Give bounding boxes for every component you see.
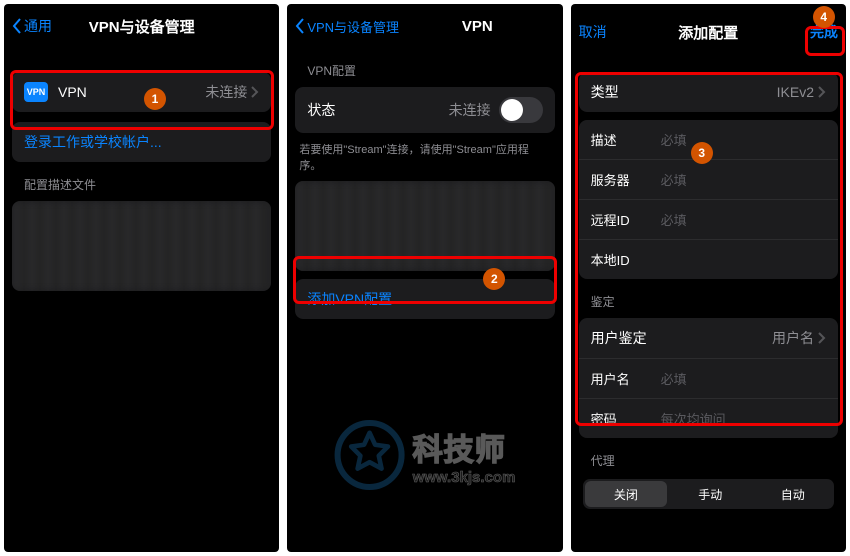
localid-label: 本地ID (591, 250, 661, 269)
back-label: 通用 (24, 16, 52, 36)
username-row[interactable]: 用户名 必填 (579, 359, 838, 399)
chevron-right-icon (251, 86, 259, 98)
vpn-icon: VPN (24, 82, 48, 102)
desc-field: 必填 (661, 130, 826, 149)
nav-bar: 取消 添加配置 完成 (571, 10, 846, 54)
vpn-toggle[interactable] (499, 97, 543, 123)
password-row[interactable]: 密码 每次均询问 (579, 399, 838, 438)
screen-1-general: 通用 VPN与设备管理 VPN VPN 未连接 登录工作或学校帐户... 配置描… (4, 4, 279, 552)
localid-row[interactable]: 本地ID (579, 240, 838, 279)
vpn-config-header: VPN配置 (307, 62, 562, 79)
add-vpn-label: 添加VPN配置... (307, 289, 403, 309)
stream-tip: 若要使用"Stream"连接，请使用"Stream"应用程序。 (299, 141, 550, 173)
proxy-segmented[interactable]: 关闭 手动 自动 (583, 479, 834, 509)
username-label: 用户名 (591, 369, 661, 388)
type-label: 类型 (591, 82, 619, 102)
vpn-list-blurred (295, 181, 554, 271)
callout-badge-3: 3 (691, 142, 713, 164)
username-field: 必填 (661, 369, 826, 388)
seg-manual[interactable]: 手动 (669, 479, 751, 509)
cancel-button[interactable]: 取消 (579, 22, 607, 42)
vpn-row[interactable]: VPN VPN 未连接 (12, 72, 271, 112)
back-label: VPN与设备管理 (307, 17, 399, 36)
screen-2-vpn: VPN与设备管理 VPN VPN配置 状态 未连接 若要使用"Stream"连接… (287, 4, 562, 552)
add-vpn-row[interactable]: 添加VPN配置... (295, 279, 554, 319)
type-row[interactable]: 类型 IKEv2 (579, 72, 838, 112)
back-button[interactable]: 通用 (12, 16, 52, 36)
back-button[interactable]: VPN与设备管理 (295, 17, 399, 36)
desc-label: 描述 (591, 130, 661, 149)
password-field: 每次均询问 (661, 409, 826, 428)
userauth-row[interactable]: 用户鉴定 用户名 (579, 318, 838, 359)
auth-header: 鉴定 (591, 293, 846, 310)
screen-3-add-config: 取消 添加配置 完成 类型 IKEv2 描述 必填 服务器 必填 (571, 4, 846, 552)
userauth-value: 用户名 (772, 328, 814, 348)
server-row[interactable]: 服务器 必填 (579, 160, 838, 200)
chevron-right-icon (818, 332, 826, 344)
vpn-status: 未连接 (205, 82, 247, 102)
status-row: 状态 未连接 (295, 87, 554, 133)
remoteid-row[interactable]: 远程ID 必填 (579, 200, 838, 240)
chevron-left-icon (12, 18, 22, 34)
chevron-right-icon (818, 86, 826, 98)
server-field: 必填 (661, 170, 826, 189)
vpn-label: VPN (58, 84, 87, 100)
profiles-header: 配置描述文件 (24, 176, 279, 193)
signin-row[interactable]: 登录工作或学校帐户... (12, 122, 271, 162)
callout-badge-4: 4 (813, 6, 835, 28)
remoteid-label: 远程ID (591, 210, 661, 229)
nav-bar: 通用 VPN与设备管理 (4, 4, 279, 48)
proxy-header: 代理 (591, 452, 846, 469)
profiles-blurred (12, 201, 271, 291)
status-value: 未连接 (449, 100, 491, 120)
nav-title: VPN与设备管理 (89, 16, 195, 37)
server-label: 服务器 (591, 170, 661, 189)
userauth-label: 用户鉴定 (591, 328, 647, 348)
type-value: IKEv2 (777, 84, 814, 100)
callout-badge-1: 1 (144, 88, 166, 110)
nav-title: VPN (462, 18, 493, 35)
seg-auto[interactable]: 自动 (752, 479, 834, 509)
chevron-left-icon (295, 18, 305, 34)
password-label: 密码 (591, 409, 661, 428)
nav-bar: VPN与设备管理 VPN (287, 4, 562, 48)
status-label: 状态 (307, 100, 335, 120)
remoteid-field: 必填 (661, 210, 826, 229)
seg-off[interactable]: 关闭 (585, 481, 667, 507)
nav-title: 添加配置 (678, 22, 738, 43)
signin-label: 登录工作或学校帐户... (24, 132, 162, 152)
